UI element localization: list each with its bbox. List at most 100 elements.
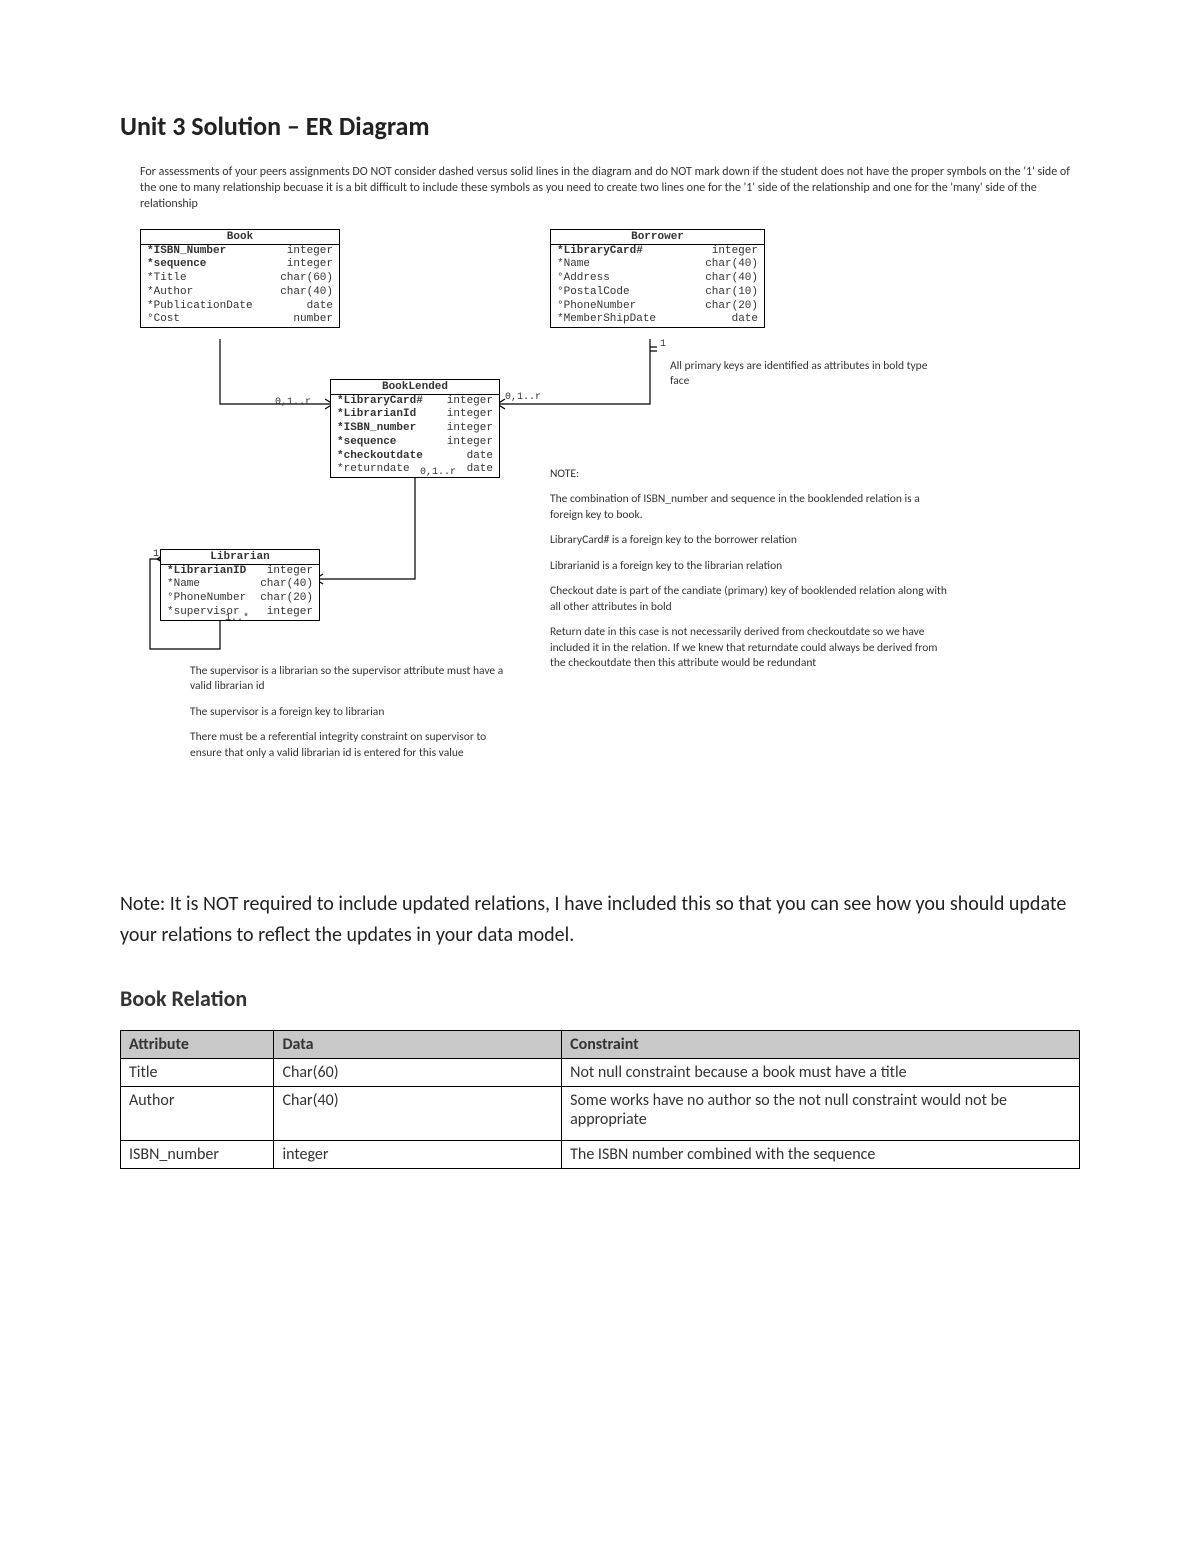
entity-attr: °PhoneNumber	[557, 300, 705, 314]
entity-borrower-name: Borrower	[551, 230, 764, 245]
entity-type: integer	[447, 395, 493, 409]
entity-type: char(40)	[260, 578, 313, 592]
entity-attr: *MemberShipDate	[557, 313, 732, 327]
entity-attr: *LibraryCard#	[337, 395, 447, 409]
entity-attr: *ISBN_Number	[147, 245, 287, 259]
entity-attr: *supervisor	[167, 606, 267, 620]
entity-type: integer	[447, 422, 493, 436]
entity-attr: °PostalCode	[557, 286, 705, 300]
entity-type: integer	[447, 436, 493, 450]
entity-attr: *LibraryCard#	[557, 245, 712, 259]
card-book-bl: 0,1..r	[275, 397, 311, 408]
note-3: Librarianid is a foreign key to the libr…	[550, 559, 950, 575]
entity-row: *LibrarianIdinteger	[331, 408, 499, 422]
entity-row: *Namechar(40)	[551, 258, 764, 272]
entity-attr: *Author	[147, 286, 280, 300]
entity-attr: *PublicationDate	[147, 300, 307, 314]
entity-row: °PhoneNumberchar(20)	[551, 300, 764, 314]
entity-type: integer	[267, 606, 313, 620]
entity-attr: °Address	[557, 272, 705, 286]
entity-type: char(40)	[705, 258, 758, 272]
entity-type: date	[467, 450, 493, 464]
table-row: ISBN_numberintegerThe ISBN number combin…	[121, 1140, 1080, 1168]
table-row: TitleChar(60)Not null constraint because…	[121, 1058, 1080, 1086]
entity-row: *LibraryCard#integer	[331, 395, 499, 409]
th-attribute: Attribute	[121, 1030, 274, 1058]
entity-booklended: BookLended *LibraryCard#integer*Libraria…	[330, 379, 500, 479]
entity-attr: *sequence	[147, 258, 287, 272]
entity-row: *LibraryCard#integer	[551, 245, 764, 259]
entity-row: °Addresschar(40)	[551, 272, 764, 286]
note-4: Checkout date is part of the candiate (p…	[550, 584, 950, 615]
note-header: NOTE:	[550, 467, 950, 483]
entity-type: number	[293, 313, 333, 327]
entity-book: Book *ISBN_Numberinteger*sequenceinteger…	[140, 229, 340, 329]
entity-row: °Costnumber	[141, 313, 339, 327]
card-bl-borrower: 0,1..r	[505, 392, 541, 403]
table-cell: Char(40)	[274, 1086, 562, 1140]
th-constraint: Constraint	[562, 1030, 1080, 1058]
entity-attr: *sequence	[337, 436, 447, 450]
entity-type: char(20)	[705, 300, 758, 314]
table-cell: The ISBN number combined with the sequen…	[562, 1140, 1080, 1168]
entity-row: *Titlechar(60)	[141, 272, 339, 286]
entity-attr: *Name	[167, 578, 260, 592]
sup-note-2: The supervisor is a foreign key to libra…	[190, 705, 520, 721]
entity-attr: *LibrarianId	[337, 408, 447, 422]
entity-attr: *Name	[557, 258, 705, 272]
entity-row: *Namechar(40)	[161, 578, 319, 592]
table-cell: Not null constraint because a book must …	[562, 1058, 1080, 1086]
entity-type: date	[307, 300, 333, 314]
card-bl-down: 0,1..r	[420, 467, 456, 478]
entity-row: °PhoneNumberchar(20)	[161, 592, 319, 606]
entity-attr: °Cost	[147, 313, 293, 327]
entity-book-rows: *ISBN_Numberinteger*sequenceinteger*Titl…	[141, 245, 339, 328]
table-cell: Char(60)	[274, 1058, 562, 1086]
sup-note-1: The supervisor is a librarian so the sup…	[190, 664, 520, 695]
card-lib-self: 1..*	[225, 613, 249, 624]
entity-borrower: Borrower *LibraryCard#integer*Namechar(4…	[550, 229, 765, 329]
entity-librarian-rows: *LibrarianIDinteger*Namechar(40)°PhoneNu…	[161, 565, 319, 620]
page-title: Unit 3 Solution – ER Diagram	[120, 110, 1080, 142]
entity-type: integer	[287, 258, 333, 272]
entity-type: date	[732, 313, 758, 327]
entity-type: date	[467, 463, 493, 477]
entity-booklended-rows: *LibraryCard#integer*LibrarianIdinteger*…	[331, 395, 499, 478]
table-row: AuthorChar(40)Some works have no author …	[121, 1086, 1080, 1140]
entity-row: *ISBN_Numberinteger	[141, 245, 339, 259]
entity-type: char(40)	[705, 272, 758, 286]
entity-attr: *ISBN_number	[337, 422, 447, 436]
big-note: Note: It is NOT required to include upda…	[120, 889, 1080, 951]
entity-book-name: Book	[141, 230, 339, 245]
entity-type: integer	[287, 245, 333, 259]
entity-type: char(20)	[260, 592, 313, 606]
card-borrower-one: 1	[660, 339, 666, 350]
entity-booklended-name: BookLended	[331, 380, 499, 395]
entity-type: integer	[447, 408, 493, 422]
entity-librarian: Librarian *LibrarianIDinteger*Namechar(4…	[160, 549, 320, 621]
entity-row: °PostalCodechar(10)	[551, 286, 764, 300]
entity-type: integer	[712, 245, 758, 259]
entity-row: *sequenceinteger	[141, 258, 339, 272]
table-cell: ISBN_number	[121, 1140, 274, 1168]
card-lib-one: 1	[153, 549, 159, 560]
entity-row: *returndatedate	[331, 463, 499, 477]
note-block: NOTE: The combination of ISBN_number and…	[550, 467, 950, 682]
entity-row: *ISBN_numberinteger	[331, 422, 499, 436]
entity-row: *Authorchar(40)	[141, 286, 339, 300]
entity-row: *sequenceinteger	[331, 436, 499, 450]
entity-librarian-name: Librarian	[161, 550, 319, 565]
table-cell: Title	[121, 1058, 274, 1086]
table-cell: Some works have no author so the not nul…	[562, 1086, 1080, 1140]
book-relation-table: Attribute Data Constraint TitleChar(60)N…	[120, 1030, 1080, 1169]
entity-borrower-rows: *LibraryCard#integer*Namechar(40)°Addres…	[551, 245, 764, 328]
table-cell: Author	[121, 1086, 274, 1140]
intro-text: For assessments of your peers assignment…	[120, 164, 1080, 213]
entity-type: char(10)	[705, 286, 758, 300]
entity-attr: *checkoutdate	[337, 450, 467, 464]
entity-type: integer	[267, 565, 313, 579]
entity-row: *LibrarianIDinteger	[161, 565, 319, 579]
table-cell: integer	[274, 1140, 562, 1168]
entity-row: *PublicationDatedate	[141, 300, 339, 314]
note-1: The combination of ISBN_number and seque…	[550, 492, 950, 523]
